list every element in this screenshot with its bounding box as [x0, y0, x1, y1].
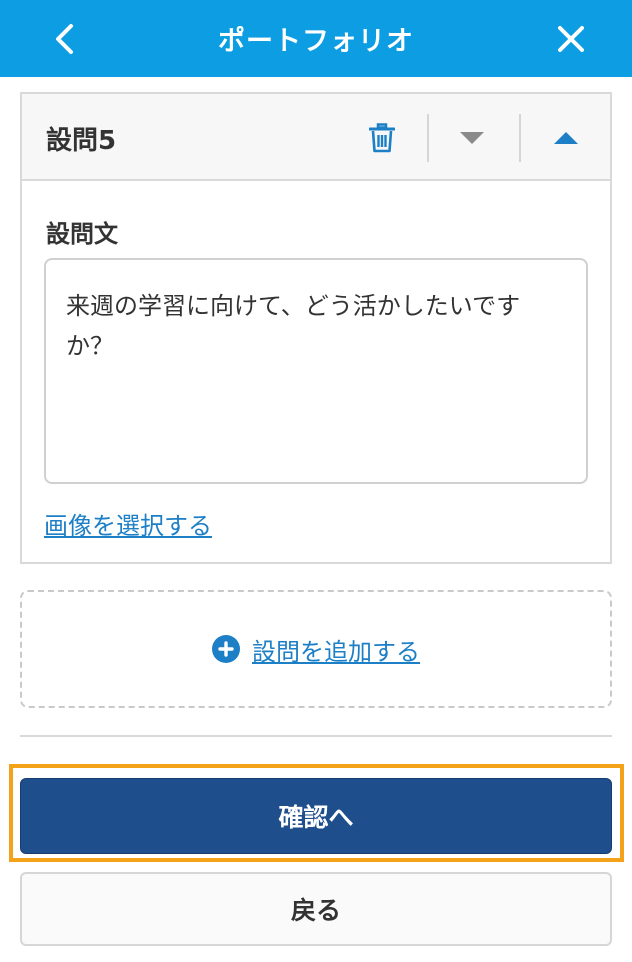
page-title: ポートフォリオ: [218, 26, 414, 57]
trash-icon: [369, 122, 395, 152]
question-card: 設問5 設問文 来週の学習に向けて、どう活かしたいですか？ 画像を選択する: [20, 92, 612, 564]
caret-down-icon: [460, 131, 484, 144]
add-question-label: 設問を追加する: [252, 637, 420, 666]
plus-circle-icon: [212, 635, 240, 663]
question-card-header: 設問5: [22, 94, 610, 181]
add-question-button[interactable]: 設問を追加する: [20, 590, 612, 708]
header-divider: [519, 114, 521, 162]
select-image-link[interactable]: 画像を選択する: [44, 506, 212, 541]
back-nav-button[interactable]: [44, 18, 86, 60]
delete-question-button[interactable]: [338, 94, 426, 181]
move-down-button[interactable]: [428, 94, 516, 181]
section-divider: [20, 735, 612, 737]
close-button[interactable]: [550, 18, 592, 60]
move-up-button[interactable]: [522, 94, 610, 181]
question-text-label: 設問文: [46, 220, 118, 248]
question-text-input[interactable]: 来週の学習に向けて、どう活かしたいですか？: [44, 258, 588, 484]
app-header: ポートフォリオ: [0, 0, 632, 77]
caret-up-icon: [554, 131, 578, 144]
confirm-button[interactable]: 確認へ: [20, 778, 612, 854]
back-button[interactable]: 戻る: [20, 872, 612, 946]
chevron-left-icon: [56, 24, 73, 54]
close-icon: [558, 26, 584, 52]
question-title: 設問5: [46, 126, 117, 156]
